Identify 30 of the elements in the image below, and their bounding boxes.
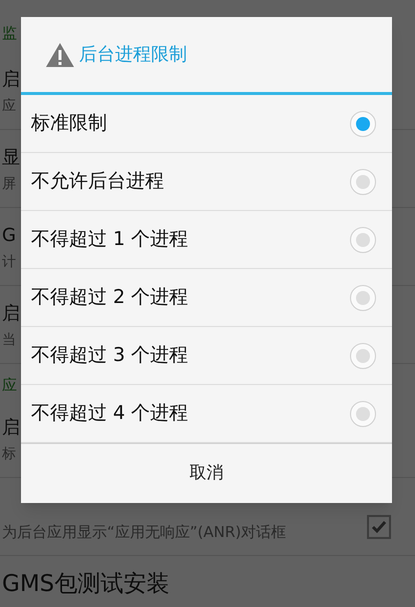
setting-subtitle: 标 — [2, 444, 16, 464]
setting-subtitle: 屏 — [2, 174, 16, 194]
setting-title: 启 — [2, 302, 20, 326]
setting-title: 启 — [2, 68, 20, 92]
radio-option[interactable]: 不得超过 1 个进程 — [21, 211, 392, 269]
radio-button[interactable] — [350, 400, 376, 426]
setting-title: 显 — [2, 146, 20, 170]
radio-option[interactable]: 不得超过 3 个进程 — [21, 327, 392, 385]
warning-icon — [45, 42, 75, 68]
radio-button[interactable] — [350, 168, 376, 194]
setting-title: 启 — [2, 416, 20, 440]
setting-title: G — [2, 224, 16, 248]
setting-subtitle: 为后台应用显示“应用无响应”(ANR)对话框 — [2, 522, 286, 542]
section-header: 应 — [2, 374, 17, 396]
radio-button[interactable] — [350, 342, 376, 368]
radio-button[interactable] — [350, 284, 376, 310]
cancel-button[interactable]: 取消 — [21, 443, 392, 503]
setting-subtitle: 当 — [2, 330, 16, 350]
radio-button[interactable] — [350, 110, 376, 136]
radio-option[interactable]: 标准限制 — [21, 95, 392, 153]
dialog-title: 后台进程限制 — [79, 43, 187, 67]
setting-subtitle: 计 — [2, 252, 16, 272]
checkbox[interactable] — [367, 514, 391, 538]
radio-button[interactable] — [350, 226, 376, 252]
radio-option[interactable]: 不得超过 2 个进程 — [21, 269, 392, 327]
section-header: 监 — [2, 22, 17, 44]
radio-option[interactable]: 不允许后台进程 — [21, 153, 392, 211]
radio-option[interactable]: 不得超过 4 个进程 — [21, 385, 392, 443]
setting-subtitle: 应 — [2, 96, 16, 116]
setting-title: GMS包测试安装 — [2, 570, 170, 598]
